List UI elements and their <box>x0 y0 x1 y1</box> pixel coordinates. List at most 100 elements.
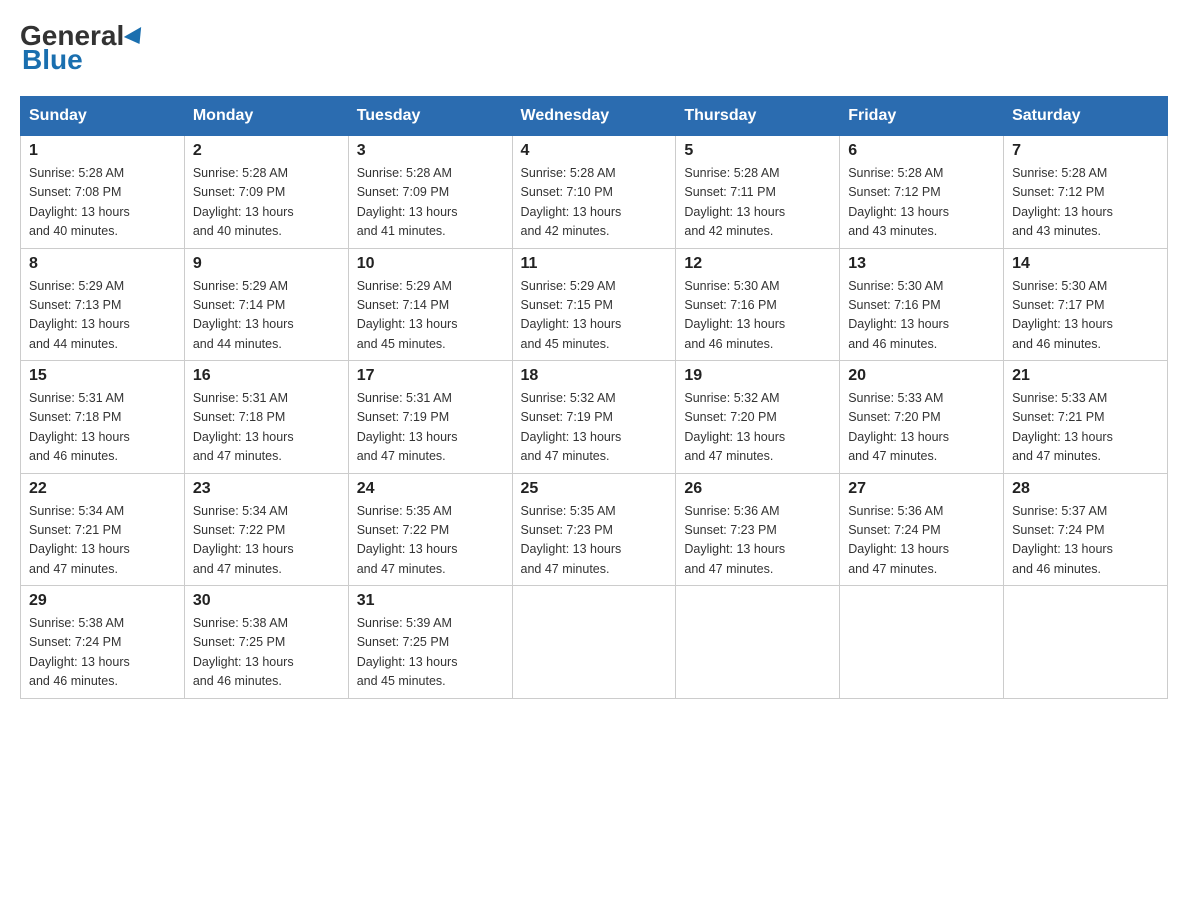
day-number: 15 <box>29 367 176 385</box>
day-info: Sunrise: 5:31 AMSunset: 7:19 PMDaylight:… <box>357 391 458 463</box>
calendar-cell: 3 Sunrise: 5:28 AMSunset: 7:09 PMDayligh… <box>348 136 512 249</box>
calendar-week-row: 22 Sunrise: 5:34 AMSunset: 7:21 PMDaylig… <box>21 473 1168 586</box>
day-info: Sunrise: 5:28 AMSunset: 7:12 PMDaylight:… <box>848 166 949 238</box>
calendar-week-row: 8 Sunrise: 5:29 AMSunset: 7:13 PMDayligh… <box>21 248 1168 361</box>
calendar-week-row: 1 Sunrise: 5:28 AMSunset: 7:08 PMDayligh… <box>21 136 1168 249</box>
calendar-cell: 4 Sunrise: 5:28 AMSunset: 7:10 PMDayligh… <box>512 136 676 249</box>
calendar-header-thursday: Thursday <box>676 97 840 136</box>
calendar-cell <box>512 586 676 699</box>
calendar-cell: 21 Sunrise: 5:33 AMSunset: 7:21 PMDaylig… <box>1004 361 1168 474</box>
day-info: Sunrise: 5:38 AMSunset: 7:25 PMDaylight:… <box>193 616 294 688</box>
calendar-header-monday: Monday <box>184 97 348 136</box>
day-number: 21 <box>1012 367 1159 385</box>
calendar-cell: 25 Sunrise: 5:35 AMSunset: 7:23 PMDaylig… <box>512 473 676 586</box>
day-number: 22 <box>29 480 176 498</box>
day-number: 5 <box>684 142 831 160</box>
day-number: 10 <box>357 255 504 273</box>
day-info: Sunrise: 5:37 AMSunset: 7:24 PMDaylight:… <box>1012 504 1113 576</box>
calendar-cell: 10 Sunrise: 5:29 AMSunset: 7:14 PMDaylig… <box>348 248 512 361</box>
calendar-cell: 1 Sunrise: 5:28 AMSunset: 7:08 PMDayligh… <box>21 136 185 249</box>
day-number: 23 <box>193 480 340 498</box>
day-number: 29 <box>29 592 176 610</box>
calendar-cell: 7 Sunrise: 5:28 AMSunset: 7:12 PMDayligh… <box>1004 136 1168 249</box>
calendar-cell: 24 Sunrise: 5:35 AMSunset: 7:22 PMDaylig… <box>348 473 512 586</box>
calendar-week-row: 29 Sunrise: 5:38 AMSunset: 7:24 PMDaylig… <box>21 586 1168 699</box>
day-info: Sunrise: 5:28 AMSunset: 7:10 PMDaylight:… <box>521 166 622 238</box>
logo-blue-text: Blue <box>22 44 83 76</box>
day-number: 17 <box>357 367 504 385</box>
calendar-cell: 30 Sunrise: 5:38 AMSunset: 7:25 PMDaylig… <box>184 586 348 699</box>
day-info: Sunrise: 5:29 AMSunset: 7:15 PMDaylight:… <box>521 279 622 351</box>
logo: General Blue <box>20 20 146 76</box>
day-info: Sunrise: 5:34 AMSunset: 7:21 PMDaylight:… <box>29 504 130 576</box>
day-info: Sunrise: 5:30 AMSunset: 7:16 PMDaylight:… <box>684 279 785 351</box>
day-info: Sunrise: 5:31 AMSunset: 7:18 PMDaylight:… <box>193 391 294 463</box>
calendar-cell: 13 Sunrise: 5:30 AMSunset: 7:16 PMDaylig… <box>840 248 1004 361</box>
day-info: Sunrise: 5:31 AMSunset: 7:18 PMDaylight:… <box>29 391 130 463</box>
calendar-header-tuesday: Tuesday <box>348 97 512 136</box>
calendar-cell: 15 Sunrise: 5:31 AMSunset: 7:18 PMDaylig… <box>21 361 185 474</box>
day-info: Sunrise: 5:28 AMSunset: 7:08 PMDaylight:… <box>29 166 130 238</box>
day-number: 1 <box>29 142 176 160</box>
day-number: 3 <box>357 142 504 160</box>
day-info: Sunrise: 5:36 AMSunset: 7:24 PMDaylight:… <box>848 504 949 576</box>
calendar-header-row: SundayMondayTuesdayWednesdayThursdayFrid… <box>21 97 1168 136</box>
logo-arrow-icon <box>124 27 148 49</box>
day-info: Sunrise: 5:30 AMSunset: 7:16 PMDaylight:… <box>848 279 949 351</box>
day-info: Sunrise: 5:28 AMSunset: 7:09 PMDaylight:… <box>193 166 294 238</box>
day-number: 28 <box>1012 480 1159 498</box>
day-info: Sunrise: 5:33 AMSunset: 7:21 PMDaylight:… <box>1012 391 1113 463</box>
calendar-cell: 18 Sunrise: 5:32 AMSunset: 7:19 PMDaylig… <box>512 361 676 474</box>
day-number: 4 <box>521 142 668 160</box>
day-info: Sunrise: 5:29 AMSunset: 7:14 PMDaylight:… <box>357 279 458 351</box>
calendar-cell: 9 Sunrise: 5:29 AMSunset: 7:14 PMDayligh… <box>184 248 348 361</box>
calendar-header-saturday: Saturday <box>1004 97 1168 136</box>
day-info: Sunrise: 5:34 AMSunset: 7:22 PMDaylight:… <box>193 504 294 576</box>
day-number: 25 <box>521 480 668 498</box>
calendar-cell: 17 Sunrise: 5:31 AMSunset: 7:19 PMDaylig… <box>348 361 512 474</box>
day-info: Sunrise: 5:28 AMSunset: 7:11 PMDaylight:… <box>684 166 785 238</box>
calendar-cell: 16 Sunrise: 5:31 AMSunset: 7:18 PMDaylig… <box>184 361 348 474</box>
day-info: Sunrise: 5:30 AMSunset: 7:17 PMDaylight:… <box>1012 279 1113 351</box>
calendar-cell: 26 Sunrise: 5:36 AMSunset: 7:23 PMDaylig… <box>676 473 840 586</box>
day-info: Sunrise: 5:35 AMSunset: 7:23 PMDaylight:… <box>521 504 622 576</box>
calendar-cell: 5 Sunrise: 5:28 AMSunset: 7:11 PMDayligh… <box>676 136 840 249</box>
day-number: 12 <box>684 255 831 273</box>
calendar-cell: 20 Sunrise: 5:33 AMSunset: 7:20 PMDaylig… <box>840 361 1004 474</box>
day-info: Sunrise: 5:33 AMSunset: 7:20 PMDaylight:… <box>848 391 949 463</box>
day-info: Sunrise: 5:39 AMSunset: 7:25 PMDaylight:… <box>357 616 458 688</box>
day-number: 31 <box>357 592 504 610</box>
calendar-table: SundayMondayTuesdayWednesdayThursdayFrid… <box>20 96 1168 699</box>
calendar-header-wednesday: Wednesday <box>512 97 676 136</box>
day-info: Sunrise: 5:32 AMSunset: 7:20 PMDaylight:… <box>684 391 785 463</box>
calendar-cell: 19 Sunrise: 5:32 AMSunset: 7:20 PMDaylig… <box>676 361 840 474</box>
day-number: 30 <box>193 592 340 610</box>
day-info: Sunrise: 5:38 AMSunset: 7:24 PMDaylight:… <box>29 616 130 688</box>
calendar-cell: 11 Sunrise: 5:29 AMSunset: 7:15 PMDaylig… <box>512 248 676 361</box>
day-number: 6 <box>848 142 995 160</box>
calendar-cell: 27 Sunrise: 5:36 AMSunset: 7:24 PMDaylig… <box>840 473 1004 586</box>
calendar-cell: 29 Sunrise: 5:38 AMSunset: 7:24 PMDaylig… <box>21 586 185 699</box>
day-number: 16 <box>193 367 340 385</box>
calendar-cell: 31 Sunrise: 5:39 AMSunset: 7:25 PMDaylig… <box>348 586 512 699</box>
day-number: 2 <box>193 142 340 160</box>
day-info: Sunrise: 5:28 AMSunset: 7:09 PMDaylight:… <box>357 166 458 238</box>
calendar-cell <box>840 586 1004 699</box>
day-number: 24 <box>357 480 504 498</box>
calendar-cell: 6 Sunrise: 5:28 AMSunset: 7:12 PMDayligh… <box>840 136 1004 249</box>
calendar-header-friday: Friday <box>840 97 1004 136</box>
calendar-cell <box>1004 586 1168 699</box>
calendar-cell: 14 Sunrise: 5:30 AMSunset: 7:17 PMDaylig… <box>1004 248 1168 361</box>
day-number: 8 <box>29 255 176 273</box>
day-number: 13 <box>848 255 995 273</box>
day-number: 11 <box>521 255 668 273</box>
calendar-header-sunday: Sunday <box>21 97 185 136</box>
day-info: Sunrise: 5:32 AMSunset: 7:19 PMDaylight:… <box>521 391 622 463</box>
calendar-cell <box>676 586 840 699</box>
day-info: Sunrise: 5:35 AMSunset: 7:22 PMDaylight:… <box>357 504 458 576</box>
page-header: General Blue <box>20 20 1168 76</box>
day-info: Sunrise: 5:36 AMSunset: 7:23 PMDaylight:… <box>684 504 785 576</box>
day-number: 20 <box>848 367 995 385</box>
day-number: 9 <box>193 255 340 273</box>
day-info: Sunrise: 5:29 AMSunset: 7:14 PMDaylight:… <box>193 279 294 351</box>
